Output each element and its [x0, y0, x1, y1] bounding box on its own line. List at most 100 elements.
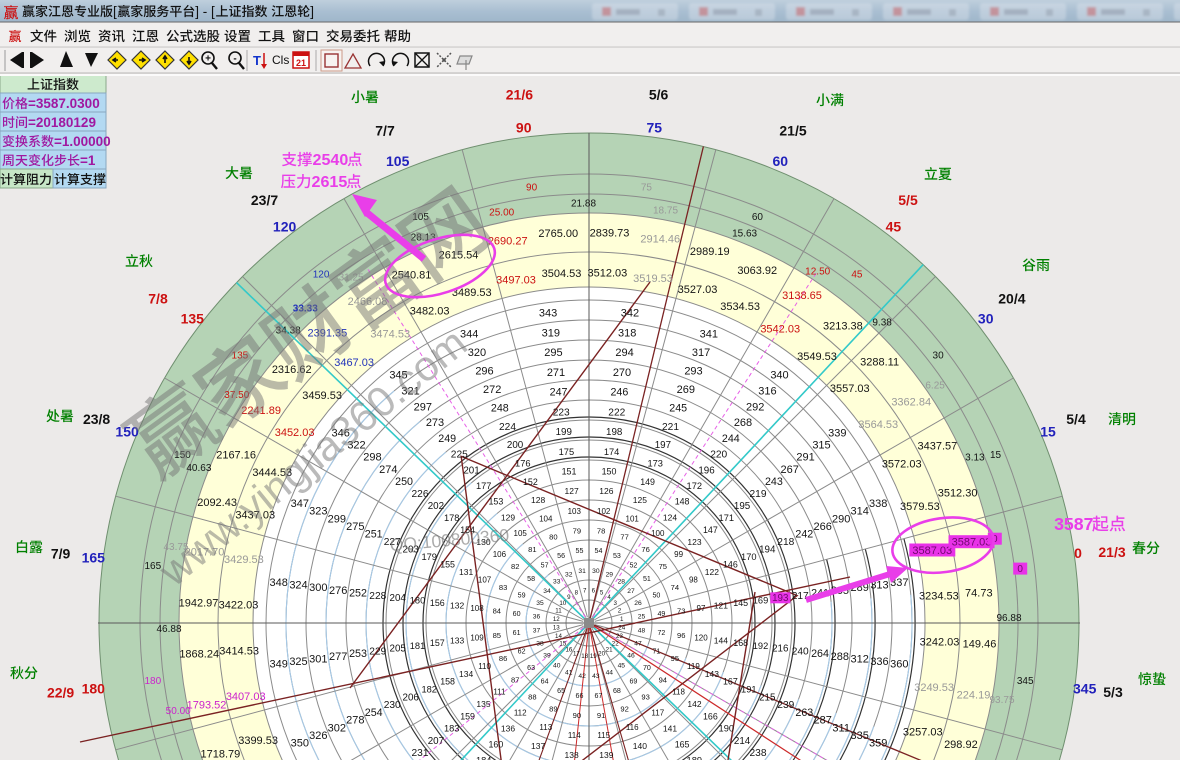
svg-text:71: 71: [652, 647, 660, 655]
svg-text:3422.03: 3422.03: [219, 600, 259, 612]
svg-text:20: 20: [598, 651, 605, 658]
svg-text:252: 252: [349, 587, 367, 599]
svg-text:60: 60: [513, 610, 521, 618]
svg-text:50.00: 50.00: [166, 706, 191, 717]
svg-text:298.92: 298.92: [944, 739, 978, 751]
svg-text:120: 120: [273, 218, 297, 234]
svg-text:214: 214: [734, 736, 751, 747]
svg-text:3399.53: 3399.53: [238, 735, 278, 747]
svg-text:218: 218: [777, 537, 794, 548]
svg-text:135: 135: [476, 699, 490, 709]
svg-text:224.19: 224.19: [957, 689, 991, 701]
svg-text:201: 201: [463, 465, 479, 476]
svg-text:3467.03: 3467.03: [334, 357, 374, 369]
svg-text:123: 123: [687, 537, 701, 547]
svg-text:53: 53: [613, 552, 621, 560]
svg-text:45: 45: [886, 218, 902, 234]
svg-text:278: 278: [346, 715, 364, 727]
svg-text:120: 120: [694, 634, 708, 643]
svg-text:T: T: [253, 53, 261, 68]
svg-text:173: 173: [647, 458, 663, 468]
svg-text:90: 90: [573, 711, 581, 720]
svg-text:114: 114: [568, 731, 581, 740]
svg-text:104: 104: [539, 514, 553, 523]
svg-text:243: 243: [765, 476, 783, 488]
svg-text:81: 81: [528, 545, 536, 554]
svg-text:316: 316: [758, 385, 776, 397]
svg-text:8: 8: [575, 590, 579, 597]
svg-text:69: 69: [629, 677, 637, 685]
svg-text:120: 120: [313, 269, 330, 280]
svg-text:30: 30: [933, 351, 945, 362]
svg-text:3257.03: 3257.03: [903, 727, 943, 739]
svg-text:350: 350: [291, 738, 309, 750]
svg-text:215: 215: [759, 692, 776, 703]
svg-text:166: 166: [703, 711, 718, 721]
svg-text:80: 80: [549, 533, 557, 542]
svg-text:314: 314: [851, 506, 869, 518]
svg-text:119: 119: [687, 662, 700, 671]
svg-text:137: 137: [531, 741, 545, 751]
svg-text:115: 115: [597, 731, 610, 740]
svg-text:46.88: 46.88: [156, 624, 181, 635]
svg-text:17: 17: [573, 651, 580, 658]
svg-text:3459.53: 3459.53: [302, 390, 342, 402]
svg-text:323: 323: [309, 506, 327, 518]
svg-text:30: 30: [592, 568, 600, 575]
svg-text:178: 178: [444, 513, 460, 523]
svg-text:136: 136: [501, 724, 515, 734]
svg-text:225: 225: [451, 450, 468, 461]
svg-text:118: 118: [672, 688, 685, 697]
svg-text:24: 24: [618, 625, 625, 632]
svg-text:124: 124: [663, 512, 677, 522]
svg-text:25.00: 25.00: [489, 208, 514, 219]
svg-text:159: 159: [460, 711, 475, 721]
svg-text:171: 171: [719, 513, 735, 523]
svg-text:271: 271: [547, 367, 565, 379]
svg-text:2540: 2540: [313, 151, 349, 169]
svg-text:=20180129: =20180129: [28, 115, 96, 130]
svg-text:253: 253: [349, 648, 367, 660]
svg-text:66: 66: [576, 692, 584, 700]
svg-text:75: 75: [647, 119, 663, 135]
svg-text:23/8: 23/8: [83, 411, 110, 427]
svg-text:3572.03: 3572.03: [882, 459, 922, 471]
svg-text:92: 92: [620, 705, 628, 714]
svg-text:41: 41: [565, 669, 573, 676]
svg-text:299: 299: [328, 513, 346, 525]
svg-text:251: 251: [365, 529, 383, 541]
svg-text:12: 12: [553, 616, 560, 623]
svg-text:192: 192: [753, 641, 769, 651]
svg-text:87: 87: [511, 675, 519, 684]
svg-text:58: 58: [527, 575, 535, 583]
svg-text:1868.24: 1868.24: [179, 649, 219, 661]
svg-text:264: 264: [811, 648, 829, 660]
svg-text:3587.03: 3587.03: [912, 545, 952, 557]
svg-text:40.63: 40.63: [186, 463, 211, 474]
svg-text:311: 311: [832, 722, 850, 734]
svg-text:11: 11: [555, 608, 562, 615]
svg-text:272: 272: [483, 384, 501, 396]
svg-text:141: 141: [663, 724, 677, 734]
svg-text:158: 158: [440, 677, 455, 687]
svg-text:126: 126: [599, 486, 613, 496]
svg-text:4: 4: [607, 594, 611, 601]
svg-text:132: 132: [450, 601, 464, 611]
svg-text:140: 140: [633, 741, 647, 751]
svg-text:348: 348: [270, 577, 288, 589]
svg-text:270: 270: [613, 367, 631, 379]
svg-text:45: 45: [851, 269, 863, 280]
svg-text:3242.03: 3242.03: [920, 636, 960, 648]
svg-text:3497.03: 3497.03: [496, 275, 536, 287]
svg-text:168: 168: [733, 638, 748, 648]
svg-text:36: 36: [533, 613, 541, 620]
svg-text:77: 77: [620, 533, 628, 542]
svg-text:242: 242: [795, 529, 813, 541]
svg-text:143: 143: [705, 669, 719, 679]
svg-text:107: 107: [478, 576, 492, 585]
svg-text:3429.53: 3429.53: [224, 554, 264, 566]
svg-text:3557.03: 3557.03: [830, 383, 870, 395]
svg-text:]: ]: [310, 4, 314, 19]
svg-text:315: 315: [812, 440, 830, 452]
svg-text:106: 106: [493, 550, 507, 559]
